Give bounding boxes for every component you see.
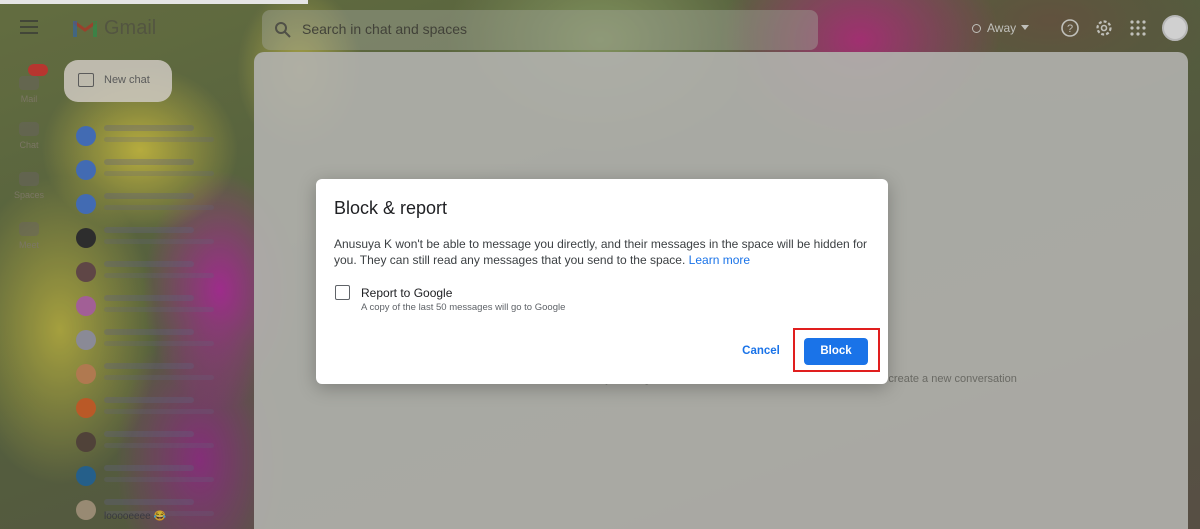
report-to-google-checkbox[interactable] — [335, 285, 350, 300]
cancel-button[interactable]: Cancel — [734, 338, 788, 364]
block-report-dialog: Block & report Anusuya K won't be able t… — [316, 179, 888, 384]
report-to-google-label[interactable]: Report to Google — [361, 286, 452, 300]
highlight-box — [793, 328, 880, 372]
dialog-message: Anusuya K won't be able to message you d… — [334, 236, 874, 268]
report-to-google-description: A copy of the last 50 messages will go t… — [361, 302, 566, 313]
learn-more-link[interactable]: Learn more — [689, 253, 750, 267]
dialog-message-text: Anusuya K won't be able to message you d… — [334, 237, 868, 267]
dialog-title: Block & report — [334, 198, 448, 218]
